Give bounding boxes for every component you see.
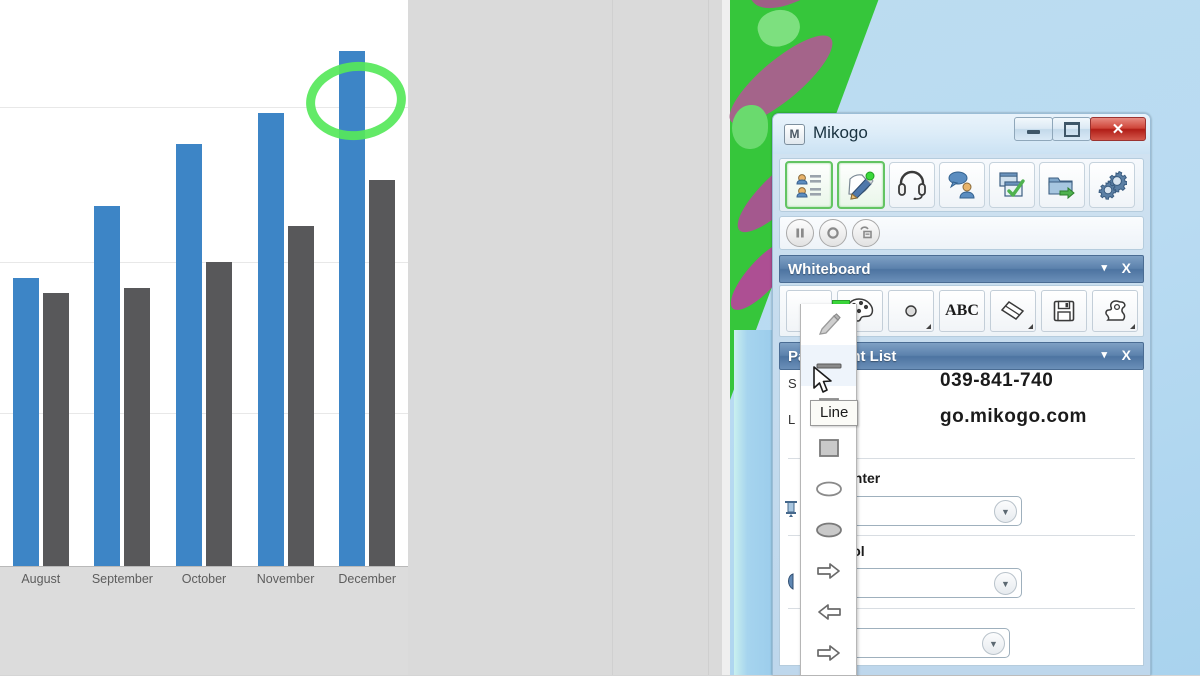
window-title: Mikogo: [813, 123, 868, 142]
window-controls[interactable]: ✕: [1014, 117, 1146, 141]
bar-september-series2: [124, 288, 151, 566]
bar-october-series1: [176, 144, 202, 566]
abc-text-icon: ABC: [945, 302, 979, 319]
save-floppy-icon: [1053, 300, 1075, 322]
record-icon: [826, 226, 840, 240]
chat-bubble-icon: [947, 170, 977, 200]
arrow-right-icon: [816, 561, 842, 581]
toolbar-application-selection-button[interactable]: [989, 162, 1035, 208]
file-transfer-icon: [1047, 170, 1077, 200]
whiteboard-panel-header[interactable]: Whiteboard ▾ X: [779, 255, 1144, 283]
rectangle-filled-icon: [818, 438, 840, 458]
participant-close-icon[interactable]: X: [1122, 347, 1131, 363]
link-label: L: [788, 412, 796, 427]
bar-october-series2: [206, 262, 232, 566]
submenu-corner-icon: [926, 324, 931, 329]
x-axis-labels: August September October November December: [0, 572, 408, 596]
participant-collapse-chevron-icon[interactable]: ▾: [1101, 348, 1107, 361]
arrow-right-2-icon: [816, 643, 842, 663]
eraser-icon: [1001, 300, 1025, 322]
dropdown-item-filled-rectangle[interactable]: [801, 427, 856, 468]
link-value: go.mikogo.com: [940, 406, 1087, 427]
headset-voice-icon: [897, 170, 927, 200]
pencil-icon: [816, 312, 842, 338]
bar-september-series1: [94, 205, 121, 566]
third-dropdown-arrow-icon[interactable]: ▼: [982, 632, 1005, 655]
x-label-october: October: [181, 572, 227, 586]
arrow-left-icon: [816, 602, 842, 622]
dropdown-item-arrow-right[interactable]: [801, 550, 856, 591]
circle-shape-icon: [902, 302, 920, 320]
panel-divider: [612, 0, 613, 675]
dropdown-item-filled-ellipse[interactable]: [801, 509, 856, 550]
dropdown-item-pencil[interactable]: [801, 304, 856, 345]
x-label-november: November: [256, 572, 315, 586]
ellipse-outline-icon: [815, 480, 843, 498]
bar-december-series2: [369, 180, 396, 566]
mikogo-logo-icon: M: [784, 124, 805, 145]
submenu-corner-icon: [1130, 324, 1135, 329]
minimize-icon: [1015, 118, 1052, 140]
application-selection-icon: [997, 170, 1027, 200]
ellipse-filled-icon: [815, 521, 843, 539]
toolbar-whiteboard-button[interactable]: [837, 161, 885, 209]
bar-november-series2: [287, 226, 314, 566]
session-id-label: S: [788, 376, 797, 391]
dropdown-item-arrow-left[interactable]: [801, 591, 856, 632]
maximize-icon: [1053, 118, 1090, 140]
toolbar-file-transfer-button[interactable]: [1039, 162, 1085, 208]
whiteboard-save-tool[interactable]: [1041, 290, 1087, 332]
whiteboard-collapse-chevron-icon[interactable]: ▾: [1101, 261, 1107, 274]
pause-button[interactable]: [786, 219, 814, 247]
toolbar-settings-button[interactable]: [1089, 162, 1135, 208]
toolbar-chat-button[interactable]: [939, 162, 985, 208]
bar-august-series1: [12, 277, 39, 566]
whiteboard-text-tool[interactable]: ABC: [939, 290, 985, 332]
toolbar-voice-button[interactable]: [889, 162, 935, 208]
close-icon: ✕: [1111, 121, 1125, 138]
bar-august-series2: [42, 293, 69, 566]
dropdown-item-arrow[interactable]: [801, 632, 856, 673]
desktop-edge-strip: [722, 0, 730, 675]
switch-monitor-button[interactable]: [852, 219, 880, 247]
submenu-corner-icon: [1028, 324, 1033, 329]
whiteboard-shape-tool[interactable]: [888, 290, 934, 332]
pause-icon: [793, 226, 807, 240]
presenter-icon: [784, 501, 798, 517]
main-toolbar[interactable]: [779, 158, 1144, 212]
whiteboard-close-icon[interactable]: X: [1122, 260, 1131, 276]
minimize-button[interactable]: [1014, 117, 1053, 141]
toolbar-participant-list-button[interactable]: [785, 161, 833, 209]
x-label-september: September: [91, 572, 153, 586]
window-titlebar[interactable]: M Mikogo ✕: [773, 114, 1150, 154]
session-control-toolbar[interactable]: [779, 216, 1144, 250]
settings-gears-icon: [1097, 170, 1127, 200]
close-button[interactable]: ✕: [1090, 117, 1146, 141]
remote-control-icon: [784, 573, 798, 590]
remote-control-dropdown-arrow-icon[interactable]: ▼: [994, 572, 1017, 595]
whiteboard-eraser-tool[interactable]: [990, 290, 1036, 332]
whiteboard-stamp-tool[interactable]: [1092, 290, 1138, 332]
whiteboard-panel-title: Whiteboard: [788, 260, 871, 278]
shared-screen-region: August September October November December: [0, 0, 722, 675]
dropdown-item-ellipse[interactable]: [801, 468, 856, 509]
maximize-button[interactable]: [1052, 117, 1091, 141]
panel-right-edge: [708, 0, 709, 675]
whiteboard-pencil-icon: [846, 170, 876, 200]
switch-monitor-icon: [859, 226, 873, 240]
document-gray-background: [408, 0, 722, 675]
stamp-icon: [1103, 299, 1127, 323]
participant-list-icon: [794, 170, 824, 200]
shape-tool-dropdown[interactable]: [800, 304, 857, 676]
session-id-value: 039-841-740: [940, 370, 1054, 391]
bar-november-series1: [257, 113, 284, 566]
x-label-december: December: [338, 572, 397, 586]
presenter-dropdown-arrow-icon[interactable]: ▼: [994, 500, 1017, 523]
tool-tooltip: Line: [810, 400, 859, 426]
wallpaper-hole-2: [732, 105, 768, 149]
record-button[interactable]: [819, 219, 847, 247]
x-label-august: August: [21, 572, 61, 586]
desktop-left-gradient-strip: [734, 330, 772, 675]
mouse-cursor-icon: [812, 366, 836, 396]
